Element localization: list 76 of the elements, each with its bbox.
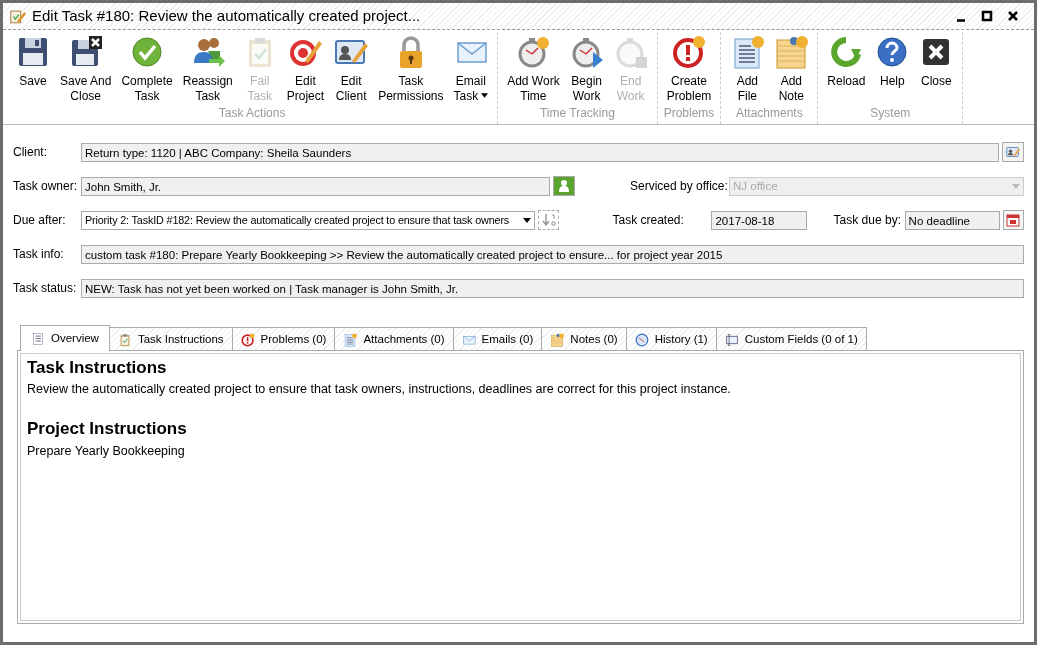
- caret-icon: [522, 217, 531, 223]
- toolbar-button[interactable]: Edit Client: [329, 32, 374, 104]
- tab[interactable]: Overview: [20, 325, 110, 351]
- text-field[interactable]: Return type: 1120 | ABC Company: Sheila Saunders: [81, 142, 999, 162]
- reload-icon: [829, 35, 864, 69]
- tab[interactable]: Task Instructions: [108, 327, 233, 351]
- calendar-icon: [1006, 213, 1021, 227]
- window-title: Edit Task #180: Review the automatically created project...: [32, 5, 421, 26]
- field-label: Client:: [13, 144, 48, 161]
- stopwatch-icon: [516, 35, 551, 69]
- toolbar-button[interactable]: Edit Project: [281, 32, 330, 104]
- owner-button[interactable]: [553, 176, 575, 196]
- toolbar-group-caption: System: [869, 105, 912, 122]
- toolbar-group-caption: Time Tracking: [538, 105, 616, 122]
- toolbar-button[interactable]: Email Task: [448, 32, 494, 104]
- tab[interactable]: Problems (0): [231, 327, 336, 351]
- field-label: Task due by:: [833, 212, 902, 229]
- toolbar-button[interactable]: Reload: [822, 32, 871, 104]
- toolbar-button[interactable]: Save: [11, 32, 55, 104]
- section-text: Review the automatically created project to ensure that task owners, instructions, deadlines are correct for this project instance.: [27, 381, 732, 399]
- toolbar-button[interactable]: Add Work Time: [502, 32, 565, 104]
- toolbar-button[interactable]: Close: [914, 32, 959, 104]
- contact-card-button[interactable]: [1002, 142, 1024, 162]
- toolbar-button[interactable]: Reassign Task: [177, 32, 238, 104]
- text-field[interactable]: custom task #180: Prepare Yearly Bookkeeping >> Review the automatically created project to ensure... for project year 2015: [81, 244, 1024, 264]
- alert-icon: [240, 332, 255, 347]
- text-field[interactable]: No deadline: [904, 210, 1000, 230]
- tab[interactable]: Notes (0): [541, 327, 627, 351]
- task-edit-icon: [9, 7, 27, 25]
- toolbar-button[interactable]: Complete Task: [116, 32, 178, 104]
- section-heading: Task Instructions: [27, 358, 168, 379]
- contact-card-icon: [1006, 145, 1020, 159]
- calendar-button[interactable]: [1002, 210, 1024, 230]
- toolbar-button[interactable]: Create Problem: [661, 32, 717, 104]
- minimize-icon: [957, 18, 965, 22]
- toolbar-button[interactable]: Add File: [725, 32, 770, 104]
- note-icon: [550, 332, 565, 347]
- document-icon: [343, 332, 358, 347]
- field-label: Task status:: [13, 280, 78, 297]
- due-after-dropdown[interactable]: Priority 2: TaskID #182: Review the automatically created project to ensure that task owners: [81, 210, 535, 230]
- section-text: Prepare Yearly Bookkeeping: [27, 442, 186, 460]
- note-icon: [774, 35, 809, 69]
- alert-icon: [672, 35, 706, 69]
- toolbar-button[interactable]: Help: [870, 32, 915, 104]
- list-icon: [31, 331, 45, 346]
- tab[interactable]: Emails (0): [452, 327, 543, 351]
- text-field[interactable]: 2017-08-18: [711, 210, 808, 230]
- field-label: Task owner:: [13, 178, 79, 195]
- caret-icon: [1012, 183, 1020, 189]
- fields-icon: [724, 332, 739, 347]
- field-label: Task created:: [612, 212, 685, 229]
- toolbar-group-caption: Task Actions: [217, 105, 287, 122]
- checkmark-icon: [130, 35, 165, 69]
- tab[interactable]: History (1): [625, 327, 717, 351]
- toolbar-button[interactable]: Task Permissions: [373, 32, 449, 104]
- toolbar-group-caption: Attachments: [734, 105, 804, 122]
- field-label: Serviced by office:: [630, 178, 729, 195]
- close-icon: [1007, 10, 1019, 22]
- tab[interactable]: Attachments (0): [334, 327, 454, 351]
- clock-icon: [634, 332, 649, 347]
- toolbar-button[interactable]: Add Note: [769, 32, 814, 104]
- help-icon: [875, 35, 910, 69]
- toolbar-button[interactable]: Begin Work: [564, 32, 609, 104]
- tab[interactable]: Custom Fields (0 of 1): [715, 327, 867, 351]
- toolbar-group-caption: Problems: [662, 105, 716, 122]
- clipboard-icon: [117, 332, 132, 347]
- text-field[interactable]: NEW: Task has not yet been worked on | Task manager is John Smith, Jr.: [81, 278, 1024, 298]
- text-field[interactable]: John Smith, Jr.: [81, 176, 550, 196]
- toolbar-button[interactable]: Save And Close: [55, 32, 117, 104]
- maximize-icon: [981, 10, 993, 22]
- field-label: Due after:: [13, 212, 67, 229]
- sort-icon: [541, 213, 556, 227]
- sort-button[interactable]: [537, 210, 560, 230]
- field-label: Task info:: [13, 246, 65, 263]
- section-heading: Project Instructions: [27, 419, 188, 440]
- person-icon: [557, 179, 571, 193]
